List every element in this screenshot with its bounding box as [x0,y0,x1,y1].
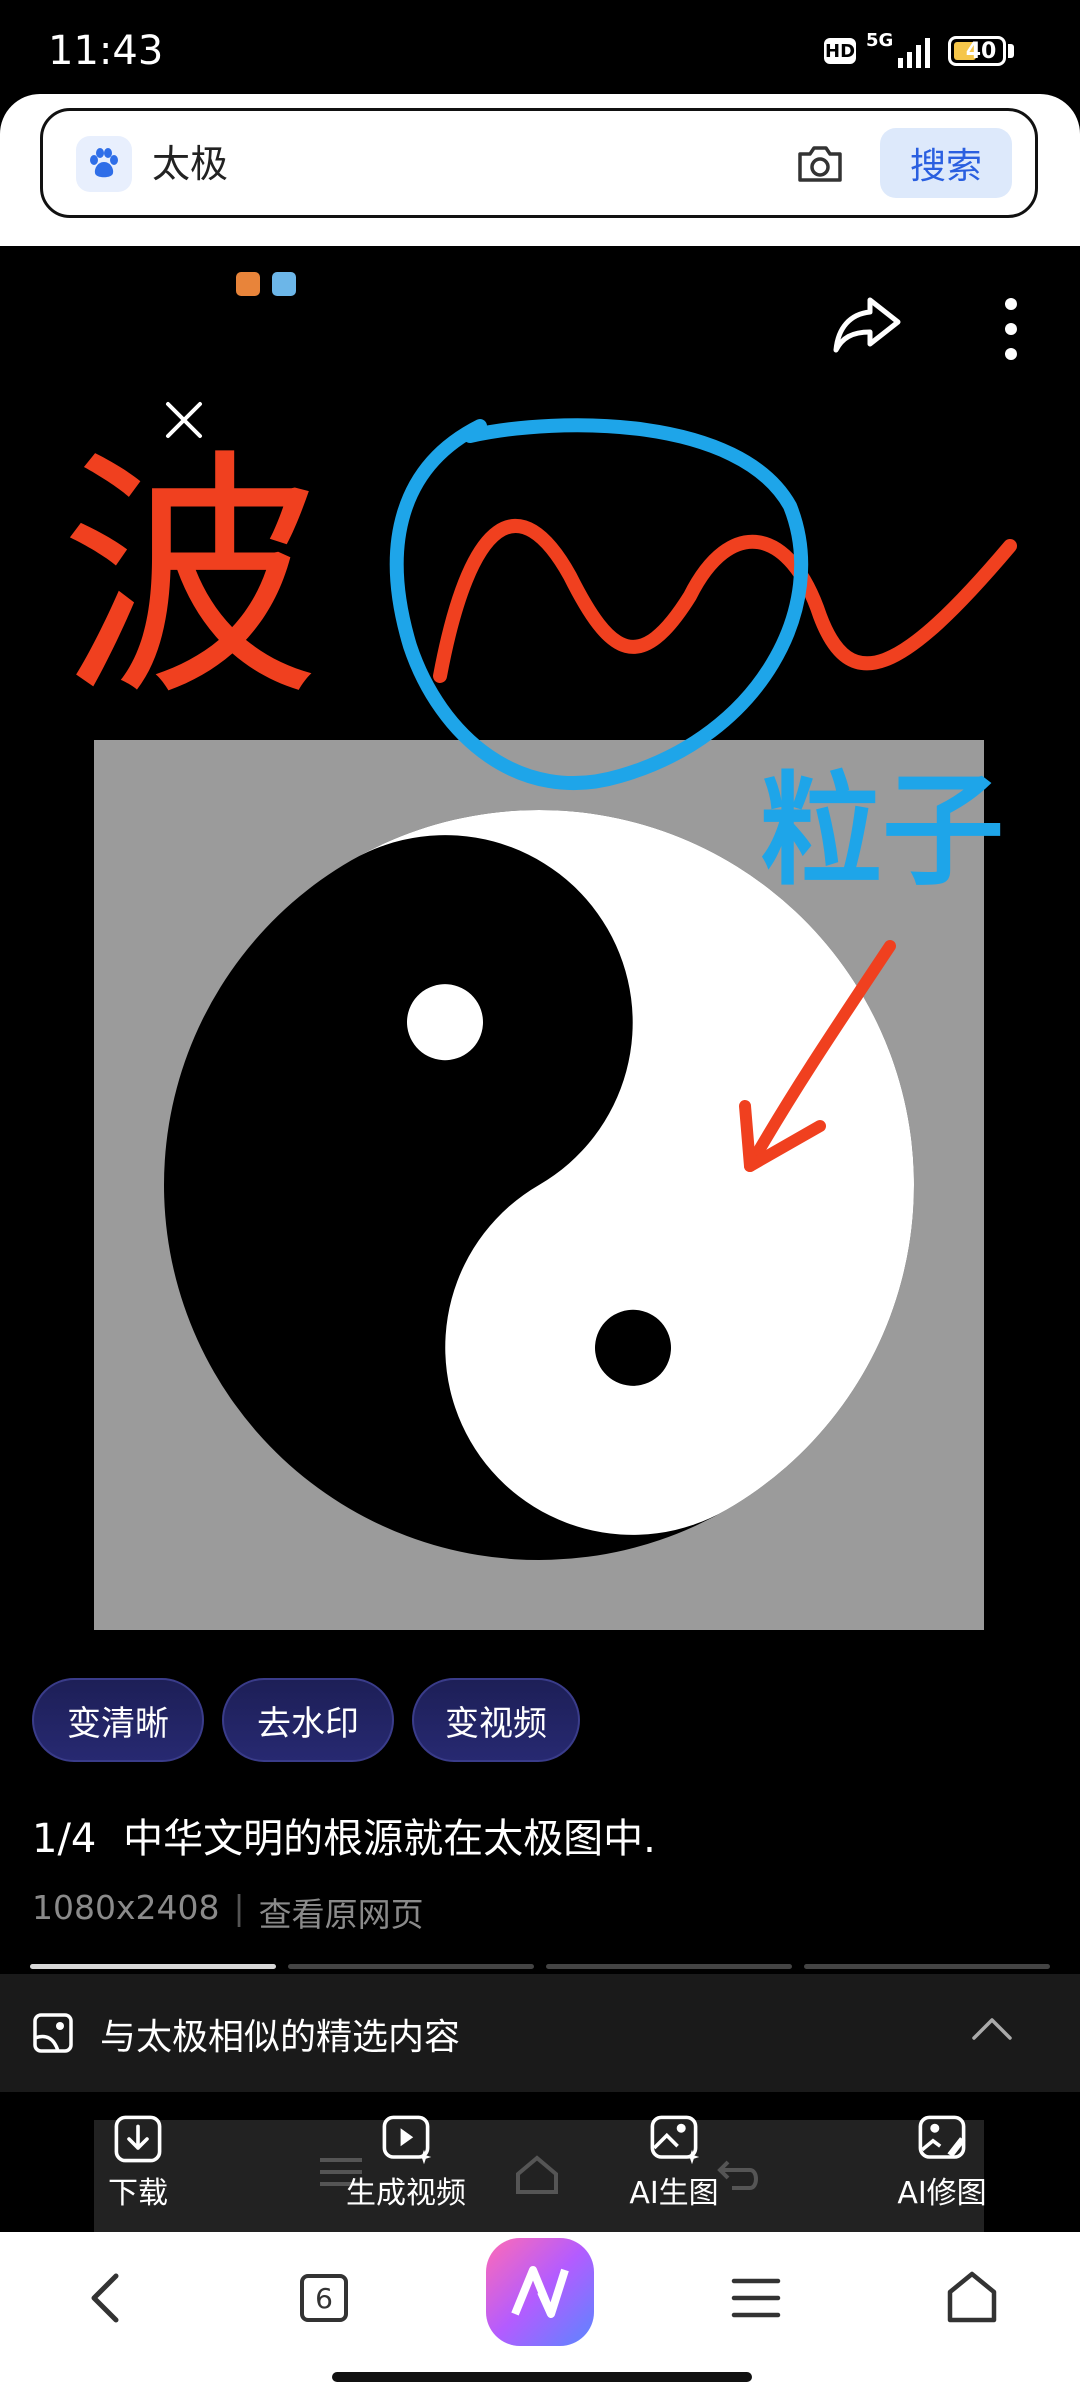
image-caption: 1/4 中华文明的根源就在太极图中. [32,1806,656,1864]
download-button[interactable]: 下载 [58,2112,218,2212]
ai-edit-image-label: AI修图 [897,2176,987,2211]
app-icon [236,272,260,296]
annotation-wave: 波 [60,429,320,731]
image-index: 1/4 [32,1816,97,1862]
image-edit-icon [918,2115,966,2159]
menu-button[interactable] [716,2258,796,2338]
battery-tip [1008,44,1014,58]
hd-icon: HD [824,38,856,64]
image-meta: 1080x2408 | 查看原网页 [32,1888,424,1936]
tabs-button[interactable]: 6 [284,2258,364,2338]
camera-icon[interactable] [792,136,848,192]
battery-level: 40 [965,38,997,64]
generate-video-label: 生成视频 [346,2176,466,2211]
app-icon [272,272,296,296]
chip-remove-watermark[interactable]: 去水印 [222,1678,394,1762]
pager-segment [546,1964,792,1969]
similar-content-label[interactable]: 与太极相似的精选内容 [100,2008,460,2060]
download-label: 下载 [108,2176,168,2211]
tab-count: 6 [300,2274,348,2322]
image-title: 中华文明的根源就在太极图中. [123,1816,656,1862]
ai-assistant-button[interactable] [486,2238,594,2346]
search-query[interactable]: 太极 [152,136,228,192]
ai-logo-icon [511,2266,569,2318]
status-time: 11:43 [48,28,164,74]
back-button[interactable] [66,2258,146,2338]
video-spark-icon [382,2115,432,2165]
image-resolution: 1080x2408 [32,1888,220,1927]
home-ghost-icon [516,2155,558,2194]
chip-enhance[interactable]: 变清晰 [32,1678,204,1762]
home-indicator[interactable] [332,2372,752,2382]
chevron-up-icon[interactable] [970,2014,1014,2044]
signal-icon [898,38,930,68]
meta-divider: | [233,1888,245,1927]
pager-segment-active [30,1964,276,1969]
ai-edit-image-button[interactable]: AI修图 [862,2112,1022,2212]
back-icon [91,2273,119,2323]
source-icons [236,272,308,300]
home-button[interactable] [932,2258,1012,2338]
download-icon [114,2115,162,2163]
pager-segment [288,1964,534,1969]
network-label: 5G [866,30,894,51]
pager-segment [804,1964,1050,1969]
search-button[interactable]: 搜索 [880,128,1012,198]
menu-icon [731,2278,781,2318]
generate-video-button[interactable]: 生成视频 [326,2112,486,2212]
ai-generate-image-button[interactable]: AI生图 [594,2112,754,2212]
annotation-particle: 粒子 [760,760,1004,902]
chip-to-video[interactable]: 变视频 [412,1678,580,1762]
home-icon [947,2271,997,2323]
view-source-link[interactable]: 查看原网页 [259,1888,424,1936]
image-spark-icon [650,2115,700,2165]
baidu-paw-icon [76,136,132,192]
share-icon[interactable] [830,292,904,358]
ai-generate-image-label: AI生图 [629,2176,719,2211]
similar-image-icon [33,2013,73,2053]
more-icon[interactable] [996,294,1026,364]
